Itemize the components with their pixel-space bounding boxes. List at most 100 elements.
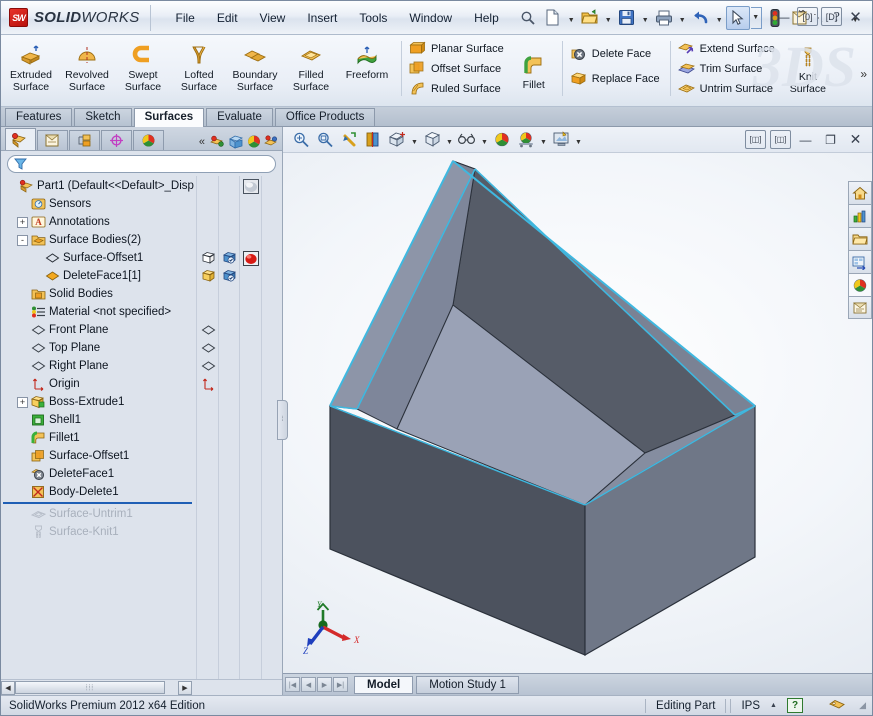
tab-features[interactable]: Features: [5, 108, 72, 126]
top-plane-hide-toggle[interactable]: [201, 341, 216, 355]
body-transparency-toggle-1[interactable]: [222, 251, 237, 265]
display-style-dropdown-icon[interactable]: ▼: [444, 129, 455, 151]
solidworks-logo[interactable]: SW SOLIDWORKS: [5, 5, 151, 31]
display-style-icon[interactable]: [228, 134, 244, 149]
help-badge-icon[interactable]: ?: [787, 698, 803, 713]
body-transparency-toggle-2[interactable]: [222, 269, 237, 283]
extend-surface-button[interactable]: Extend Surface: [675, 40, 781, 57]
tree-item-part[interactable]: Part1 (Default<<Default>_Disp: [1, 177, 282, 195]
scene-icon[interactable]: [264, 134, 280, 149]
restore-panel-left-icon[interactable]: [◫]: [745, 130, 766, 149]
tree-item-origin[interactable]: Origin: [1, 375, 282, 393]
lofted-surface-button[interactable]: LoftedSurface: [171, 39, 227, 93]
print-icon[interactable]: [652, 6, 676, 30]
new-document-icon[interactable]: [541, 6, 565, 30]
hide-show-dropdown-icon[interactable]: ▼: [479, 129, 490, 151]
tree-item-deleteface-body[interactable]: DeleteFace1[1]: [1, 267, 282, 285]
property-manager-tab[interactable]: [37, 130, 68, 150]
panel-splitter-handle[interactable]: ⦙: [277, 400, 288, 440]
section-view-icon[interactable]: [361, 129, 385, 151]
tag-icon[interactable]: [803, 699, 859, 713]
view-settings-dropdown-icon[interactable]: ▼: [573, 129, 584, 151]
minimize-document-button[interactable]: —: [795, 130, 816, 149]
boundary-surface-button[interactable]: BoundarySurface: [227, 39, 283, 93]
tree-item-surface-offset-body[interactable]: Surface-Offset1: [1, 249, 282, 267]
origin-hide-toggle[interactable]: [201, 377, 216, 391]
body-hide-toggle-2[interactable]: [201, 269, 216, 283]
units-label[interactable]: IPS: [731, 700, 770, 712]
view-palette-icon[interactable]: [848, 250, 872, 273]
tree-expand-toggle[interactable]: +: [17, 217, 28, 228]
tree-item-sensors[interactable]: Sensors: [1, 195, 282, 213]
edit-appearance-icon[interactable]: [490, 129, 514, 151]
menu-tools[interactable]: Tools: [348, 7, 398, 29]
custom-properties-icon[interactable]: [848, 296, 872, 319]
menu-file[interactable]: File: [165, 7, 206, 29]
restore-document-button[interactable]: ❐: [820, 130, 841, 149]
scroll-thumb[interactable]: ⦙⦙⦙: [15, 681, 165, 694]
select-arrow-icon[interactable]: [726, 6, 750, 30]
extruded-surface-button[interactable]: ExtrudedSurface: [3, 39, 59, 93]
model-canvas[interactable]: X Z Y: [283, 153, 872, 673]
scroll-right-button[interactable]: ▶: [178, 681, 192, 695]
undo-dropdown-icon[interactable]: ▼: [714, 7, 725, 29]
save-dropdown-icon[interactable]: ▼: [640, 7, 651, 29]
restore-panel-right-icon[interactable]: [◫]: [770, 130, 791, 149]
feature-tree-horizontal-scrollbar[interactable]: ◀ ⦙⦙⦙ ▶: [1, 679, 282, 695]
new-document-dropdown-icon[interactable]: ▼: [566, 7, 577, 29]
tree-item-boss-extrude[interactable]: + Boss-Extrude1: [1, 393, 282, 411]
open-folder-icon[interactable]: [578, 6, 602, 30]
tree-collapse-toggle[interactable]: -: [17, 235, 28, 246]
select-dropdown-icon[interactable]: ▼: [751, 7, 762, 29]
untrim-surface-button[interactable]: Untrim Surface: [675, 80, 781, 97]
dimxpert-manager-tab[interactable]: [101, 130, 132, 150]
tab-evaluate[interactable]: Evaluate: [206, 108, 273, 126]
units-caret-icon[interactable]: ▲: [770, 702, 787, 709]
scroll-left-button[interactable]: ◀: [1, 681, 15, 695]
planar-surface-button[interactable]: Planar Surface: [406, 40, 510, 57]
tab-surfaces[interactable]: Surfaces: [134, 108, 205, 127]
swept-surface-button[interactable]: SweptSurface: [115, 39, 171, 93]
freeform-button[interactable]: Freeform: [339, 39, 395, 81]
tree-item-material[interactable]: Material <not specified>: [1, 303, 282, 321]
tree-item-solid-bodies[interactable]: Solid Bodies: [1, 285, 282, 303]
front-plane-hide-toggle[interactable]: [201, 323, 216, 337]
file-explorer-icon[interactable]: [848, 227, 872, 250]
revolved-surface-button[interactable]: RevolvedSurface: [59, 39, 115, 93]
nav-next-button[interactable]: ▶: [317, 677, 332, 692]
minimize-window-button[interactable]: —: [773, 7, 794, 26]
tree-item-surface-offset-feature[interactable]: Surface-Offset1: [1, 447, 282, 465]
apply-scene-dropdown-icon[interactable]: ▼: [538, 129, 549, 151]
display-style-icon[interactable]: [420, 129, 444, 151]
trim-surface-button[interactable]: Trim Surface: [675, 60, 781, 77]
tree-item-surface-untrim[interactable]: Surface-Untrim1: [1, 505, 282, 523]
collapse-panel-icon[interactable]: «: [196, 136, 208, 148]
feature-tree-filter[interactable]: [7, 155, 276, 173]
menu-help[interactable]: Help: [463, 7, 510, 29]
menu-insert[interactable]: Insert: [296, 7, 348, 29]
tab-sketch[interactable]: Sketch: [74, 108, 131, 126]
tab-office-products[interactable]: Office Products: [275, 108, 375, 126]
tree-item-right-plane[interactable]: Right Plane: [1, 357, 282, 375]
fillet-button[interactable]: Fillet: [512, 39, 556, 91]
save-icon[interactable]: [615, 6, 639, 30]
filled-surface-button[interactable]: FilledSurface: [283, 39, 339, 93]
ribbon-overflow-icon[interactable]: »: [860, 67, 867, 81]
zoom-to-fit-icon[interactable]: [289, 129, 313, 151]
menu-edit[interactable]: Edit: [206, 7, 249, 29]
hide-show-items-icon[interactable]: [210, 134, 226, 149]
tab-model[interactable]: Model: [354, 676, 413, 694]
delete-face-button[interactable]: Delete Face: [567, 45, 666, 62]
body-hide-toggle-1[interactable]: [201, 251, 216, 265]
offset-surface-button[interactable]: Offset Surface: [406, 60, 510, 77]
body-appearance-swatch-1[interactable]: [243, 251, 259, 266]
menu-view[interactable]: View: [249, 7, 297, 29]
tree-item-surface-bodies[interactable]: - Surface Bodies(2): [1, 231, 282, 249]
rollback-bar[interactable]: [3, 502, 192, 504]
nav-last-button[interactable]: ▶|: [333, 677, 348, 692]
view-orientation-dropdown-icon[interactable]: ▼: [409, 129, 420, 151]
display-manager-tab[interactable]: [133, 130, 164, 150]
appearances-scenes-icon[interactable]: [848, 273, 872, 296]
hide-show-icon[interactable]: [455, 129, 479, 151]
ruled-surface-button[interactable]: Ruled Surface: [406, 80, 510, 97]
